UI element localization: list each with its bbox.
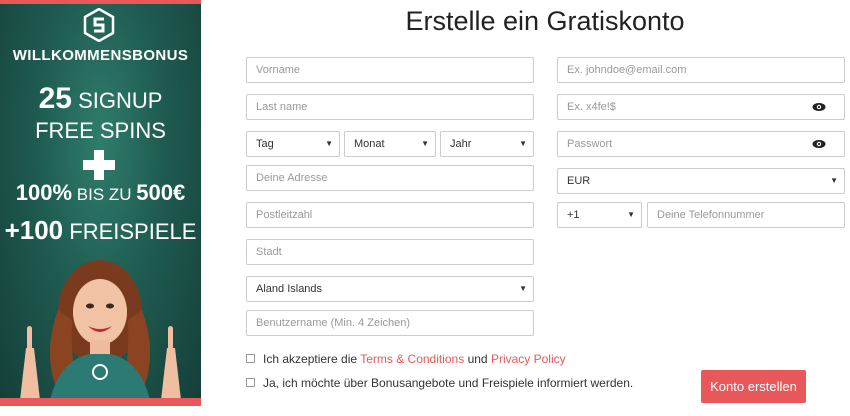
lastname-field[interactable]: Last name [246, 94, 534, 120]
birth-month-label: Monat [354, 138, 385, 150]
zip-field[interactable]: Postleitzahl [246, 202, 534, 228]
city-field[interactable]: Stadt [246, 239, 534, 265]
promo-extra-spins-word: FREISPIELE [69, 219, 197, 244]
email-field[interactable]: Ex. johndoe@email.com [557, 57, 845, 83]
terms-link[interactable]: Terms & Conditions [360, 352, 464, 366]
promo-bottom-bar [0, 398, 201, 406]
phone-code-select[interactable]: +1 ▼ [557, 202, 642, 228]
promo-free-spins: FREE SPINS [35, 118, 166, 143]
birth-year-select[interactable]: Jahr ▼ [440, 131, 534, 157]
birth-day-label: Tag [256, 138, 274, 150]
promo-signup-word: SIGNUP [78, 88, 163, 113]
promo-signup-line: 25 SIGNUP [0, 84, 201, 114]
password-confirm-field[interactable]: Passwort [557, 131, 845, 157]
promo-signup-number: 25 [38, 82, 72, 115]
password-placeholder: Ex. x4fe!$ [567, 101, 616, 113]
birth-day-select[interactable]: Tag ▼ [246, 131, 340, 157]
country-value: Aland Islands [256, 283, 323, 295]
promo-top-bar [0, 0, 201, 4]
eye-icon[interactable] [812, 95, 826, 119]
username-field[interactable]: Benutzername (Min. 4 Zeichen) [246, 310, 534, 336]
terms-checkbox[interactable] [246, 354, 255, 363]
chevron-down-icon: ▼ [519, 139, 527, 148]
phone-code-value: +1 [567, 209, 580, 221]
currency-value: EUR [567, 175, 591, 187]
privacy-link[interactable]: Privacy Policy [491, 352, 566, 366]
promo-heading: WILLKOMMENSBONUS [12, 47, 189, 64]
firstname-field[interactable]: Vorname [246, 57, 534, 83]
chevron-down-icon: ▼ [830, 176, 838, 185]
promo-woman-image [20, 260, 181, 400]
chevron-down-icon: ▼ [325, 139, 333, 148]
chevron-down-icon: ▼ [627, 210, 635, 219]
currency-select[interactable]: EUR ▼ [557, 168, 845, 194]
terms-label: Ich akzeptiere die Terms & Conditions un… [263, 352, 566, 366]
eye-icon[interactable] [812, 132, 826, 156]
create-account-button[interactable]: Konto erstellen [701, 370, 806, 403]
address-field[interactable]: Deine Adresse [246, 165, 534, 191]
newsletter-label: Ja, ich möchte über Bonusangebote und Fr… [263, 376, 634, 390]
phone-field[interactable]: Deine Telefonnummer [647, 202, 845, 228]
promo-bonus-percent: 100% [15, 180, 73, 205]
promo-bonus-mid: BIS ZU [76, 185, 132, 204]
newsletter-checkbox[interactable] [246, 378, 255, 387]
promo-banner: WILLKOMMENSBONUS 25 SIGNUP FREE SPINS 10… [0, 0, 201, 406]
birth-month-select[interactable]: Monat ▼ [344, 131, 436, 157]
chevron-down-icon: ▼ [421, 139, 429, 148]
birth-year-label: Jahr [450, 138, 472, 150]
casino-logo-icon [83, 8, 115, 42]
password-confirm-placeholder: Passwort [567, 138, 613, 150]
promo-extra-spins-number: +100 [4, 215, 64, 245]
form-title: Erstelle ein Gratiskonto [405, 6, 685, 36]
terms-prefix: Ich akzeptiere die [263, 352, 358, 366]
chevron-down-icon: ▼ [519, 284, 527, 293]
password-field[interactable]: Ex. x4fe!$ [557, 94, 845, 120]
promo-bonus-line: 100% BIS ZU 500€ [0, 180, 201, 206]
terms-and: und [467, 352, 488, 366]
country-select[interactable]: Aland Islands ▼ [246, 276, 534, 302]
promo-extra-spins-line: +100 FREISPIELE [0, 215, 201, 246]
plus-icon [83, 150, 115, 180]
promo-bonus-amount: 500€ [136, 180, 186, 205]
